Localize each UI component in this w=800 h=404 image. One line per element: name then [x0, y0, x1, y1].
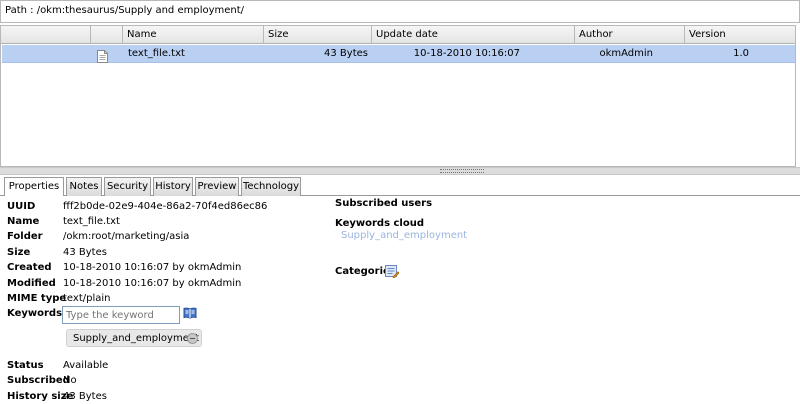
- status-value: Available: [63, 360, 109, 371]
- panel-splitter[interactable]: [0, 167, 800, 175]
- header-name[interactable]: Name: [123, 26, 264, 44]
- path-text: Path : /okm:thesaurus/Supply and employm…: [5, 5, 245, 16]
- path-bar: Path : /okm:thesaurus/Supply and employm…: [0, 0, 800, 23]
- tab-preview[interactable]: Preview: [195, 177, 239, 196]
- status-label: Status: [7, 360, 44, 371]
- cloud-keyword-link[interactable]: Supply_and_employment: [341, 230, 467, 241]
- modified-label: Modified: [7, 278, 56, 289]
- row-size: 43 Bytes: [324, 48, 368, 59]
- size-label: Size: [7, 247, 31, 258]
- properties-panel: UUID fff2b0de-02e9-404e-86a2-70f4ed86ec8…: [0, 196, 800, 404]
- mime-value: text/plain: [63, 293, 111, 304]
- uuid-value: fff2b0de-02e9-404e-86a2-70f4ed86ec86: [63, 201, 268, 212]
- name-value: text_file.txt: [63, 216, 120, 227]
- grid-header: Name Size Update date Author Version: [1, 26, 795, 44]
- tab-history[interactable]: History: [153, 177, 193, 196]
- header-type-col[interactable]: [91, 26, 123, 44]
- keyword-chip: Supply_and_employment: [66, 329, 202, 347]
- header-author[interactable]: Author: [575, 26, 685, 44]
- mime-label: MIME type: [7, 293, 67, 304]
- name-label: Name: [7, 216, 40, 227]
- created-label: Created: [7, 262, 52, 273]
- subscribed-users-label: Subscribed users: [335, 198, 433, 209]
- tab-technology[interactable]: Technology: [241, 177, 301, 196]
- keyword-input[interactable]: [62, 306, 180, 324]
- table-row[interactable]: text_file.txt 43 Bytes 10-18-2010 10:16:…: [2, 45, 795, 63]
- folder-value: /okm:root/marketing/asia: [63, 231, 190, 242]
- folder-label: Folder: [7, 231, 43, 242]
- tab-properties[interactable]: Properties: [4, 177, 64, 197]
- size-value: 43 Bytes: [63, 247, 107, 258]
- splitter-grip-icon[interactable]: [440, 169, 484, 173]
- row-version: 1.0: [733, 48, 749, 59]
- text-file-icon: [97, 47, 108, 65]
- subscribed-value: No: [63, 375, 77, 386]
- subscribed-label: Subscribed: [7, 375, 70, 386]
- header-version[interactable]: Version: [685, 26, 795, 44]
- row-author: okmAdmin: [599, 48, 653, 59]
- row-name: text_file.txt: [128, 48, 185, 59]
- uuid-label: UUID: [7, 201, 36, 212]
- thesaurus-book-icon[interactable]: [183, 307, 197, 319]
- header-size[interactable]: Size: [264, 26, 372, 44]
- header-icon-col[interactable]: [1, 26, 91, 44]
- header-update-date[interactable]: Update date: [372, 26, 575, 44]
- tab-bar: Properties Notes Security History Previe…: [0, 176, 800, 197]
- history-size-value: 43 Bytes: [63, 391, 107, 402]
- remove-keyword-icon[interactable]: [187, 333, 198, 344]
- keywords-cloud-label: Keywords cloud: [335, 218, 425, 229]
- created-value: 10-18-2010 10:16:07 by okmAdmin: [63, 262, 242, 273]
- modified-value: 10-18-2010 10:16:07 by okmAdmin: [63, 278, 242, 289]
- keywords-label: Keywords: [7, 308, 63, 319]
- tab-notes[interactable]: Notes: [66, 177, 102, 196]
- file-grid[interactable]: Name Size Update date Author Version tex…: [0, 25, 796, 167]
- row-update-date: 10-18-2010 10:16:07: [413, 48, 520, 59]
- add-category-icon[interactable]: [385, 264, 400, 279]
- tab-security[interactable]: Security: [104, 177, 151, 196]
- keyword-chip-label: Supply_and_employment: [73, 333, 200, 344]
